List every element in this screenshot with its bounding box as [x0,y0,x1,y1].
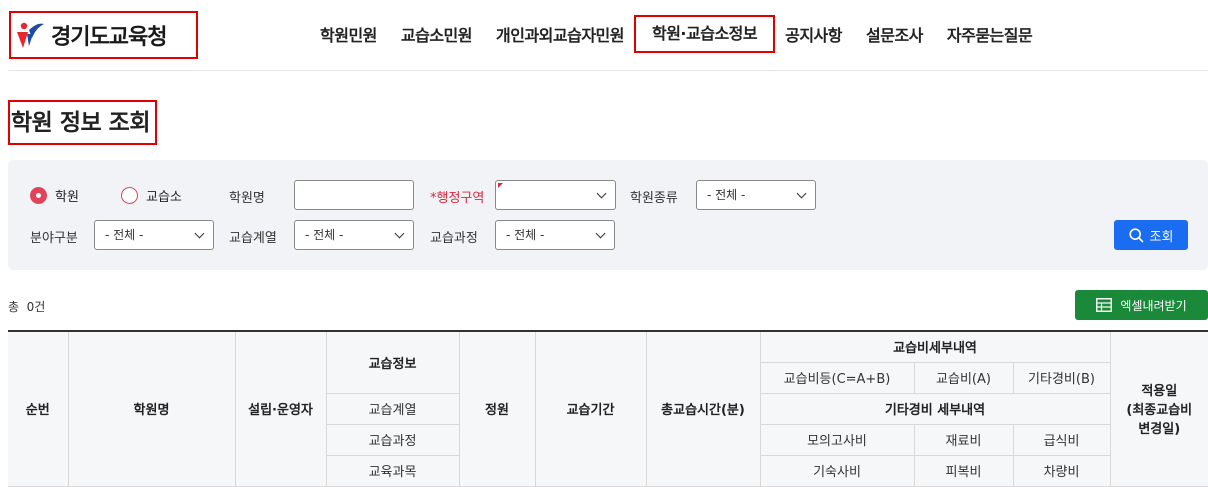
logo-emblem-icon [15,20,45,50]
col-header-vehicle: 차량비 [1012,454,1111,487]
col-header-clothes: 피복비 [913,454,1014,487]
district-select[interactable] [495,180,616,210]
radio-tutoring-label: 교습소 [146,190,182,205]
search-icon [1128,227,1144,243]
excel-download-button[interactable]: 엑셀내려받기 [1075,290,1208,320]
tutoring-course-label: 교습과정 [430,231,478,246]
excel-download-label: 엑셀내려받기 [1120,298,1187,313]
apply-date-line-3: 변경일) [1138,422,1181,438]
apply-date-line-1: 적용일 [1141,384,1178,400]
apply-date-line-2: (최종교습비 [1126,403,1193,419]
header-divider [8,70,1208,71]
search-button-label: 조회 [1149,229,1174,245]
academy-type-select[interactable]: - 전체 - [696,180,816,210]
field-category-select[interactable]: - 전체 - [94,220,214,250]
radio-academy[interactable]: 학원 [30,186,79,205]
nav-item-survey[interactable]: 설문조사 [854,22,935,46]
col-header-fee-b: 기타경비(B) [1012,361,1111,394]
col-header-no: 순번 [8,330,69,487]
district-label: *행정구역 [430,191,485,206]
col-header-fee-total: 교습비등(C=A+B) [760,361,915,394]
logo-text: 경기도교육청 [51,25,167,50]
col-header-capacity: 정원 [458,330,536,487]
tutoring-series-label: 교습계열 [229,231,277,246]
col-header-tutoring-series: 교습계열 [326,392,460,425]
nav-item-notice[interactable]: 공지사항 [773,22,854,46]
tutoring-series-select-value: - 전체 - [305,228,344,242]
academy-type-label: 학원종류 [630,191,678,206]
search-panel: 학원 교습소 학원명 *행정구역 학원종류 - 전체 - 분야구분 - 전체 -… [8,160,1208,270]
nav-item-academy-info[interactable]: 학원·교습소정보 [633,15,776,53]
academy-name-label: 학원명 [229,191,265,206]
academy-type-select-value: - 전체 - [707,188,746,202]
radio-unchecked-icon [121,187,138,204]
radio-checked-icon [30,187,47,204]
nav-item-faq[interactable]: 자주묻는질문 [935,22,1044,46]
col-header-meal: 급식비 [1012,423,1111,456]
radio-tutoring[interactable]: 교습소 [121,186,182,205]
tutoring-course-select[interactable]: - 전체 - [495,220,615,250]
col-header-tutoring-course: 교습과정 [326,423,460,456]
nav-item-academy-complaint[interactable]: 학원민원 [308,22,389,46]
nav-item-private-tutor-complaint[interactable]: 개인과외교습자민원 [484,22,636,46]
col-header-material: 재료비 [913,423,1014,456]
col-header-academy-name: 학원명 [67,330,236,487]
col-header-apply-date: 적용일 (최종교습비 변경일) [1109,330,1208,487]
col-header-mock-test: 모의고사비 [759,423,915,456]
required-marker [498,183,503,188]
col-header-total-hours: 총교습시간(분) [645,330,761,487]
col-header-period: 교습기간 [534,330,647,487]
field-category-select-value: - 전체 - [105,228,144,242]
main-nav: 학원민원 교습소민원 개인과외교습자민원 학원·교습소정보 공지사항 설문조사 … [308,14,1044,54]
col-header-founder: 설립·운영자 [234,330,327,487]
spreadsheet-icon [1096,298,1113,312]
nav-item-tutoring-complaint[interactable]: 교습소민원 [389,22,484,46]
tutoring-series-select[interactable]: - 전체 - [294,220,414,250]
col-header-fee-detail: 교습비세부내역 [759,330,1111,363]
col-header-dorm: 기숙사비 [759,454,915,487]
col-header-tutoring-info: 교습정보 [325,330,460,394]
col-header-subject: 교육과목 [326,454,460,487]
radio-academy-label: 학원 [55,190,79,205]
page-title: 학원 정보 조회 [8,100,157,145]
tutoring-course-select-value: - 전체 - [506,228,545,242]
result-total-count: 총 0건 [8,300,46,314]
results-table: 순번 학원명 설립·운영자 교습정보 정원 교습기간 총교습시간(분) 교습비세… [8,330,1208,487]
col-header-other-fee-detail: 기타경비 세부내역 [759,392,1111,425]
site-logo[interactable]: 경기도교육청 [9,11,198,59]
search-button[interactable]: 조회 [1114,220,1188,250]
academy-name-input[interactable] [294,180,414,210]
col-header-fee-a: 교습비(A) [913,361,1014,394]
field-category-label: 분야구분 [30,231,78,246]
